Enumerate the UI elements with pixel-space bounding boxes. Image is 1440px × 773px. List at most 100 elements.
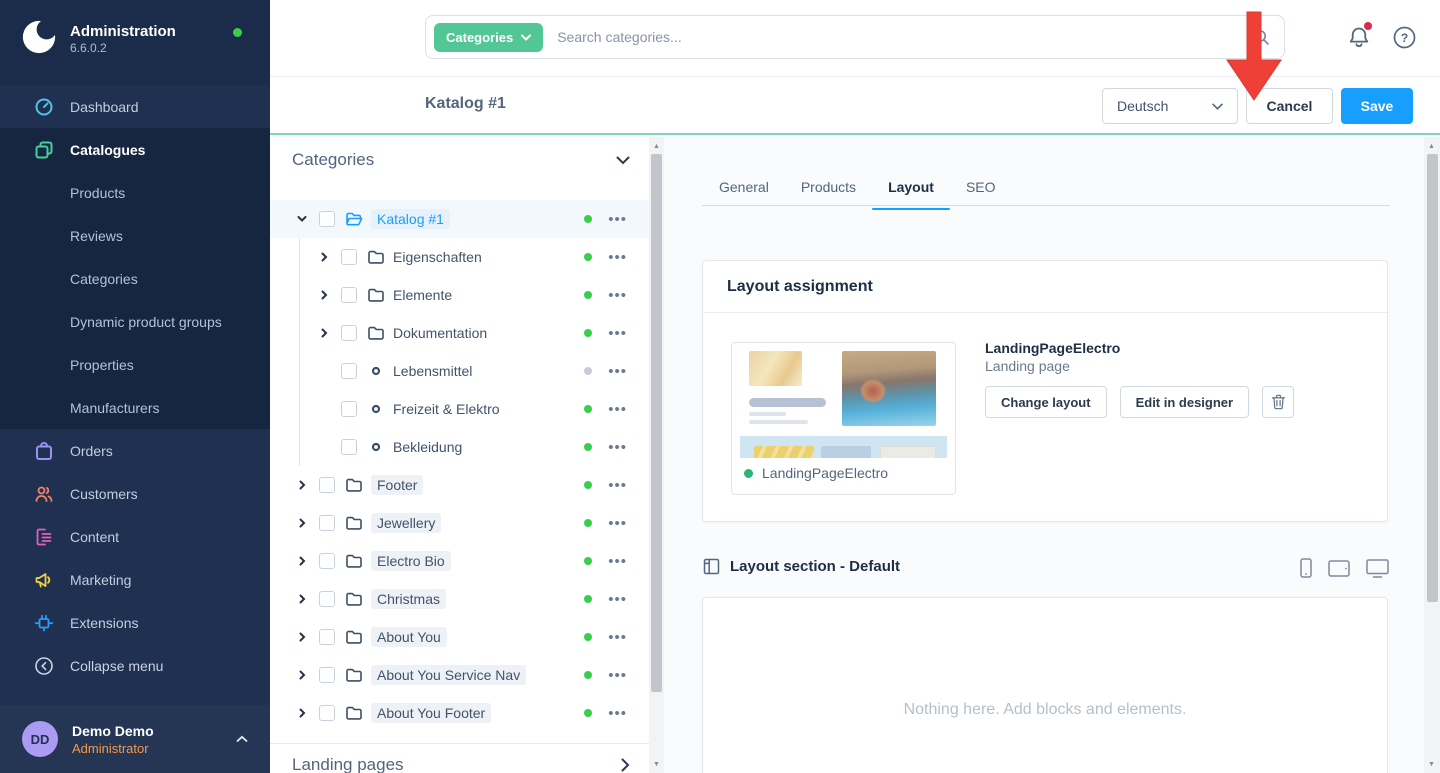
context-menu-button[interactable]: •••: [608, 667, 627, 684]
tree-scrollbar[interactable]: ▲ ▼: [649, 137, 664, 773]
context-menu-button[interactable]: •••: [608, 553, 627, 570]
expand-node-icon[interactable]: [318, 288, 332, 302]
tree-item-label[interactable]: Katalog #1: [371, 209, 450, 229]
landing-pages-section[interactable]: Landing pages: [292, 755, 630, 773]
context-menu-button[interactable]: •••: [608, 287, 627, 304]
tree-item-checkbox[interactable]: [319, 211, 335, 227]
sidebar-item-marketing[interactable]: Marketing: [0, 558, 270, 601]
tablet-viewport-button[interactable]: [1328, 559, 1350, 577]
tree-item-bekleidung[interactable]: Bekleidung •••: [270, 428, 649, 466]
notifications-button[interactable]: [1347, 22, 1372, 55]
tree-item-checkbox[interactable]: [319, 705, 335, 721]
context-menu-button[interactable]: •••: [608, 591, 627, 608]
tree-item-label[interactable]: Lebensmittel: [393, 363, 472, 379]
scroll-thumb[interactable]: [1427, 154, 1438, 602]
sidebar-subitem-manufacturers[interactable]: Manufacturers: [0, 386, 270, 429]
tree-item-label[interactable]: About You Service Nav: [371, 665, 527, 685]
help-button[interactable]: ?: [1393, 26, 1416, 54]
context-menu-button[interactable]: •••: [608, 439, 627, 456]
layout-preview[interactable]: LandingPageElectro: [731, 342, 956, 495]
tree-item-label[interactable]: Dokumentation: [393, 325, 487, 341]
search-entity-tag[interactable]: Categories: [434, 22, 544, 52]
tree-item-checkbox[interactable]: [341, 325, 357, 341]
scroll-up-arrow[interactable]: ▲: [1424, 139, 1439, 153]
sidebar-subitem-dynamic-product-groups[interactable]: Dynamic product groups: [0, 300, 270, 343]
expand-node-icon[interactable]: [296, 516, 310, 530]
expand-node-icon[interactable]: [296, 630, 310, 644]
tree-item-jewellery[interactable]: Jewellery •••: [270, 504, 649, 542]
expand-node-icon[interactable]: [318, 250, 332, 264]
save-button[interactable]: Save: [1341, 88, 1413, 124]
context-menu-button[interactable]: •••: [608, 249, 627, 266]
scroll-down-arrow[interactable]: ▼: [649, 757, 664, 771]
tree-item-label[interactable]: Freizeit & Elektro: [393, 401, 500, 417]
sidebar-subitem-categories[interactable]: Categories: [0, 257, 270, 300]
tree-item-checkbox[interactable]: [341, 249, 357, 265]
mobile-viewport-button[interactable]: [1300, 558, 1312, 578]
tree-header[interactable]: Categories: [292, 150, 630, 170]
context-menu-button[interactable]: •••: [608, 477, 627, 494]
scroll-thumb[interactable]: [651, 154, 662, 692]
tree-item-katalog-1[interactable]: Katalog #1 •••: [270, 200, 649, 238]
sidebar-item-customers[interactable]: Customers: [0, 472, 270, 515]
tree-item-label[interactable]: Footer: [371, 475, 424, 495]
tree-item-label[interactable]: Electro Bio: [371, 551, 451, 571]
change-layout-button[interactable]: Change layout: [985, 386, 1107, 418]
tree-item-about-you-service-nav[interactable]: About You Service Nav •••: [270, 656, 649, 694]
tree-item-checkbox[interactable]: [341, 363, 357, 379]
tree-item-label[interactable]: Eigenschaften: [393, 249, 482, 265]
sidebar-subitem-reviews[interactable]: Reviews: [0, 214, 270, 257]
expand-node-icon[interactable]: [296, 706, 310, 720]
tree-item-label[interactable]: About You Footer: [371, 703, 492, 723]
context-menu-button[interactable]: •••: [608, 325, 627, 342]
context-menu-button[interactable]: •••: [608, 705, 627, 722]
tree-item-checkbox[interactable]: [341, 287, 357, 303]
context-menu-button[interactable]: •••: [608, 363, 627, 380]
sidebar-subitem-products[interactable]: Products: [0, 171, 270, 214]
scroll-down-arrow[interactable]: ▼: [1424, 757, 1439, 771]
tree-item-label[interactable]: About You: [371, 627, 447, 647]
search-input[interactable]: [557, 29, 1252, 45]
tree-item-label[interactable]: Jewellery: [371, 513, 442, 533]
tree-item-lebensmittel[interactable]: Lebensmittel •••: [270, 352, 649, 390]
expand-node-icon[interactable]: [296, 668, 310, 682]
main-scrollbar[interactable]: ▲ ▼: [1424, 137, 1440, 773]
language-select[interactable]: Deutsch: [1102, 88, 1238, 124]
expand-node-icon[interactable]: [296, 554, 310, 568]
sidebar-item-dashboard[interactable]: Dashboard: [0, 85, 270, 128]
tree-item-eigenschaften[interactable]: Eigenschaften •••: [270, 238, 649, 276]
tree-item-checkbox[interactable]: [341, 439, 357, 455]
tree-item-about-you-footer[interactable]: About You Footer •••: [270, 694, 649, 732]
tree-item-elemente[interactable]: Elemente •••: [270, 276, 649, 314]
expand-node-icon[interactable]: [296, 592, 310, 606]
desktop-viewport-button[interactable]: [1366, 558, 1389, 578]
user-menu[interactable]: DD Demo Demo Administrator: [0, 705, 270, 773]
context-menu-button[interactable]: •••: [608, 401, 627, 418]
tree-item-dokumentation[interactable]: Dokumentation •••: [270, 314, 649, 352]
tree-item-label[interactable]: Bekleidung: [393, 439, 462, 455]
scroll-up-arrow[interactable]: ▲: [649, 139, 664, 153]
tree-item-checkbox[interactable]: [319, 477, 335, 493]
sidebar-item-catalogues[interactable]: Catalogues: [0, 128, 270, 171]
remove-layout-button[interactable]: [1262, 386, 1295, 418]
tree-item-label[interactable]: Elemente: [393, 287, 452, 303]
edit-in-designer-button[interactable]: Edit in designer: [1119, 386, 1250, 418]
global-search[interactable]: Categories: [425, 15, 1285, 59]
expand-node-icon[interactable]: [296, 478, 310, 492]
context-menu-button[interactable]: •••: [608, 515, 627, 532]
sidebar-item-content[interactable]: Content: [0, 515, 270, 558]
tree-item-christmas[interactable]: Christmas •••: [270, 580, 649, 618]
tree-item-checkbox[interactable]: [319, 553, 335, 569]
collapse-node-icon[interactable]: [296, 212, 310, 226]
tree-item-checkbox[interactable]: [319, 591, 335, 607]
tree-item-checkbox[interactable]: [319, 667, 335, 683]
tree-item-checkbox[interactable]: [341, 401, 357, 417]
collapse-menu-button[interactable]: Collapse menu: [0, 644, 270, 687]
sidebar-item-extensions[interactable]: Extensions: [0, 601, 270, 644]
tree-item-electro-bio[interactable]: Electro Bio •••: [270, 542, 649, 580]
context-menu-button[interactable]: •••: [608, 211, 627, 228]
tree-item-about-you[interactable]: About You •••: [270, 618, 649, 656]
expand-node-icon[interactable]: [318, 326, 332, 340]
context-menu-button[interactable]: •••: [608, 629, 627, 646]
sidebar-subitem-properties[interactable]: Properties: [0, 343, 270, 386]
